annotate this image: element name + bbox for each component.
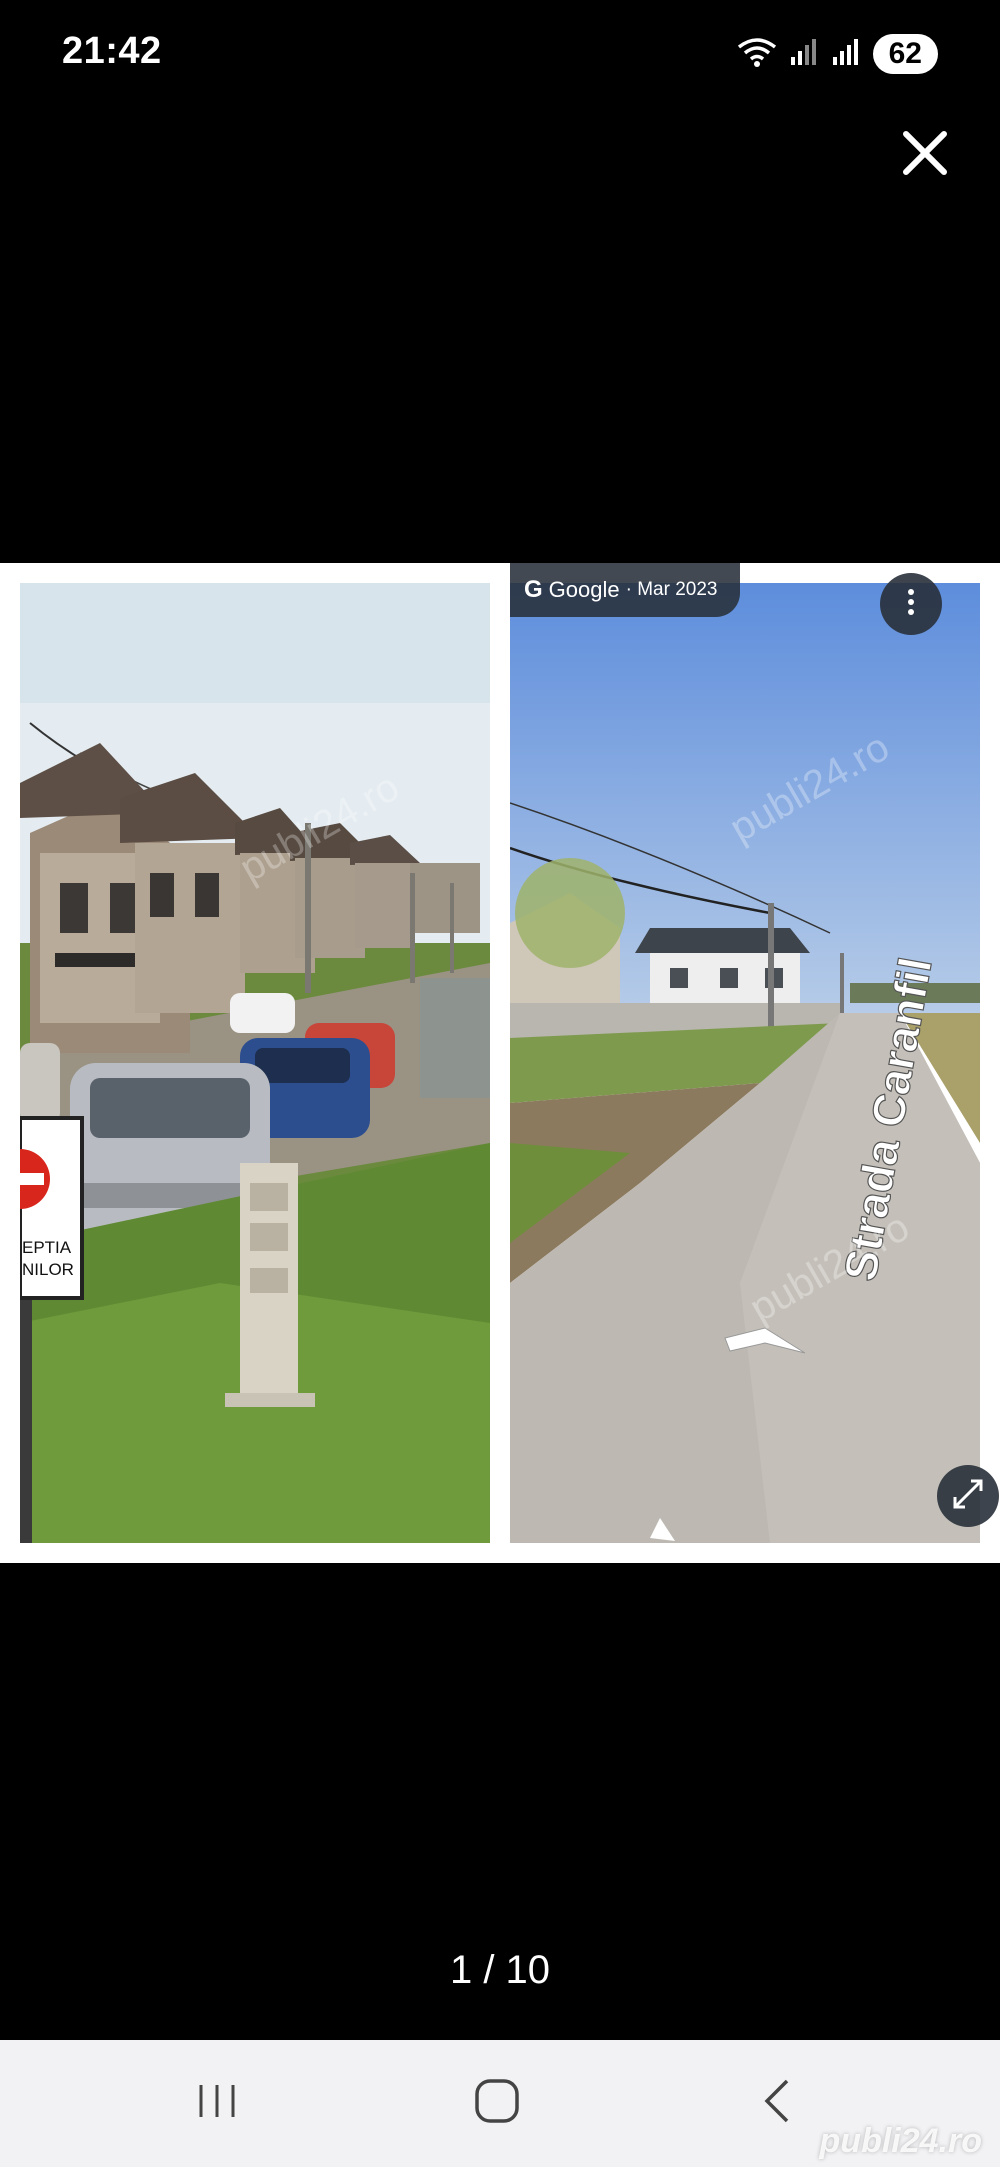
google-logo: G: [524, 576, 543, 603]
street-view-menu-button[interactable]: [880, 573, 942, 635]
photo-street-view: Strada Caranfil publi24.ro publi24.ro: [510, 583, 980, 1543]
badge-date: · Mar 2023: [625, 579, 718, 600]
photo-street-houses: EPTIA NILOR publi24.ro: [20, 583, 490, 1543]
back-button[interactable]: [737, 2070, 817, 2136]
badge-brand: Google: [548, 577, 620, 602]
sign-text-line1: EPTIA: [22, 1238, 72, 1257]
signal-icon: [831, 37, 861, 72]
home-icon: [472, 2076, 522, 2131]
back-icon: [757, 2076, 797, 2131]
status-time: 21:42: [62, 30, 162, 72]
recents-button[interactable]: [177, 2070, 257, 2136]
image-viewer-screen: 21:42 62 EPTIA NILOR publi24.ro Strada C…: [0, 0, 1000, 2167]
image-frame[interactable]: EPTIA NILOR publi24.ro Strada Caranfil p…: [0, 563, 1000, 1563]
corner-watermark: publi24.ro: [819, 2122, 982, 2160]
image-counter: 1 / 10: [449, 1948, 551, 1992]
signal-icon: [789, 37, 819, 72]
home-button[interactable]: [457, 2070, 537, 2136]
close-button[interactable]: [890, 120, 960, 190]
wifi-icon: [737, 35, 777, 74]
navigation-bar: publi24.ro: [0, 2040, 1000, 2167]
collapse-icon: [951, 1477, 985, 1516]
street-view-collapse-button[interactable]: [937, 1465, 999, 1527]
status-bar: 21:42 62: [0, 0, 1000, 110]
sign-text-line2: NILOR: [22, 1260, 74, 1279]
status-icons: 62: [737, 34, 938, 74]
more-vertical-icon: [906, 587, 916, 622]
battery-indicator: 62: [872, 34, 938, 74]
recents-icon: [195, 2079, 239, 2128]
close-icon: [900, 128, 950, 183]
street-view-badge: G Google · Mar 2023: [510, 563, 740, 617]
